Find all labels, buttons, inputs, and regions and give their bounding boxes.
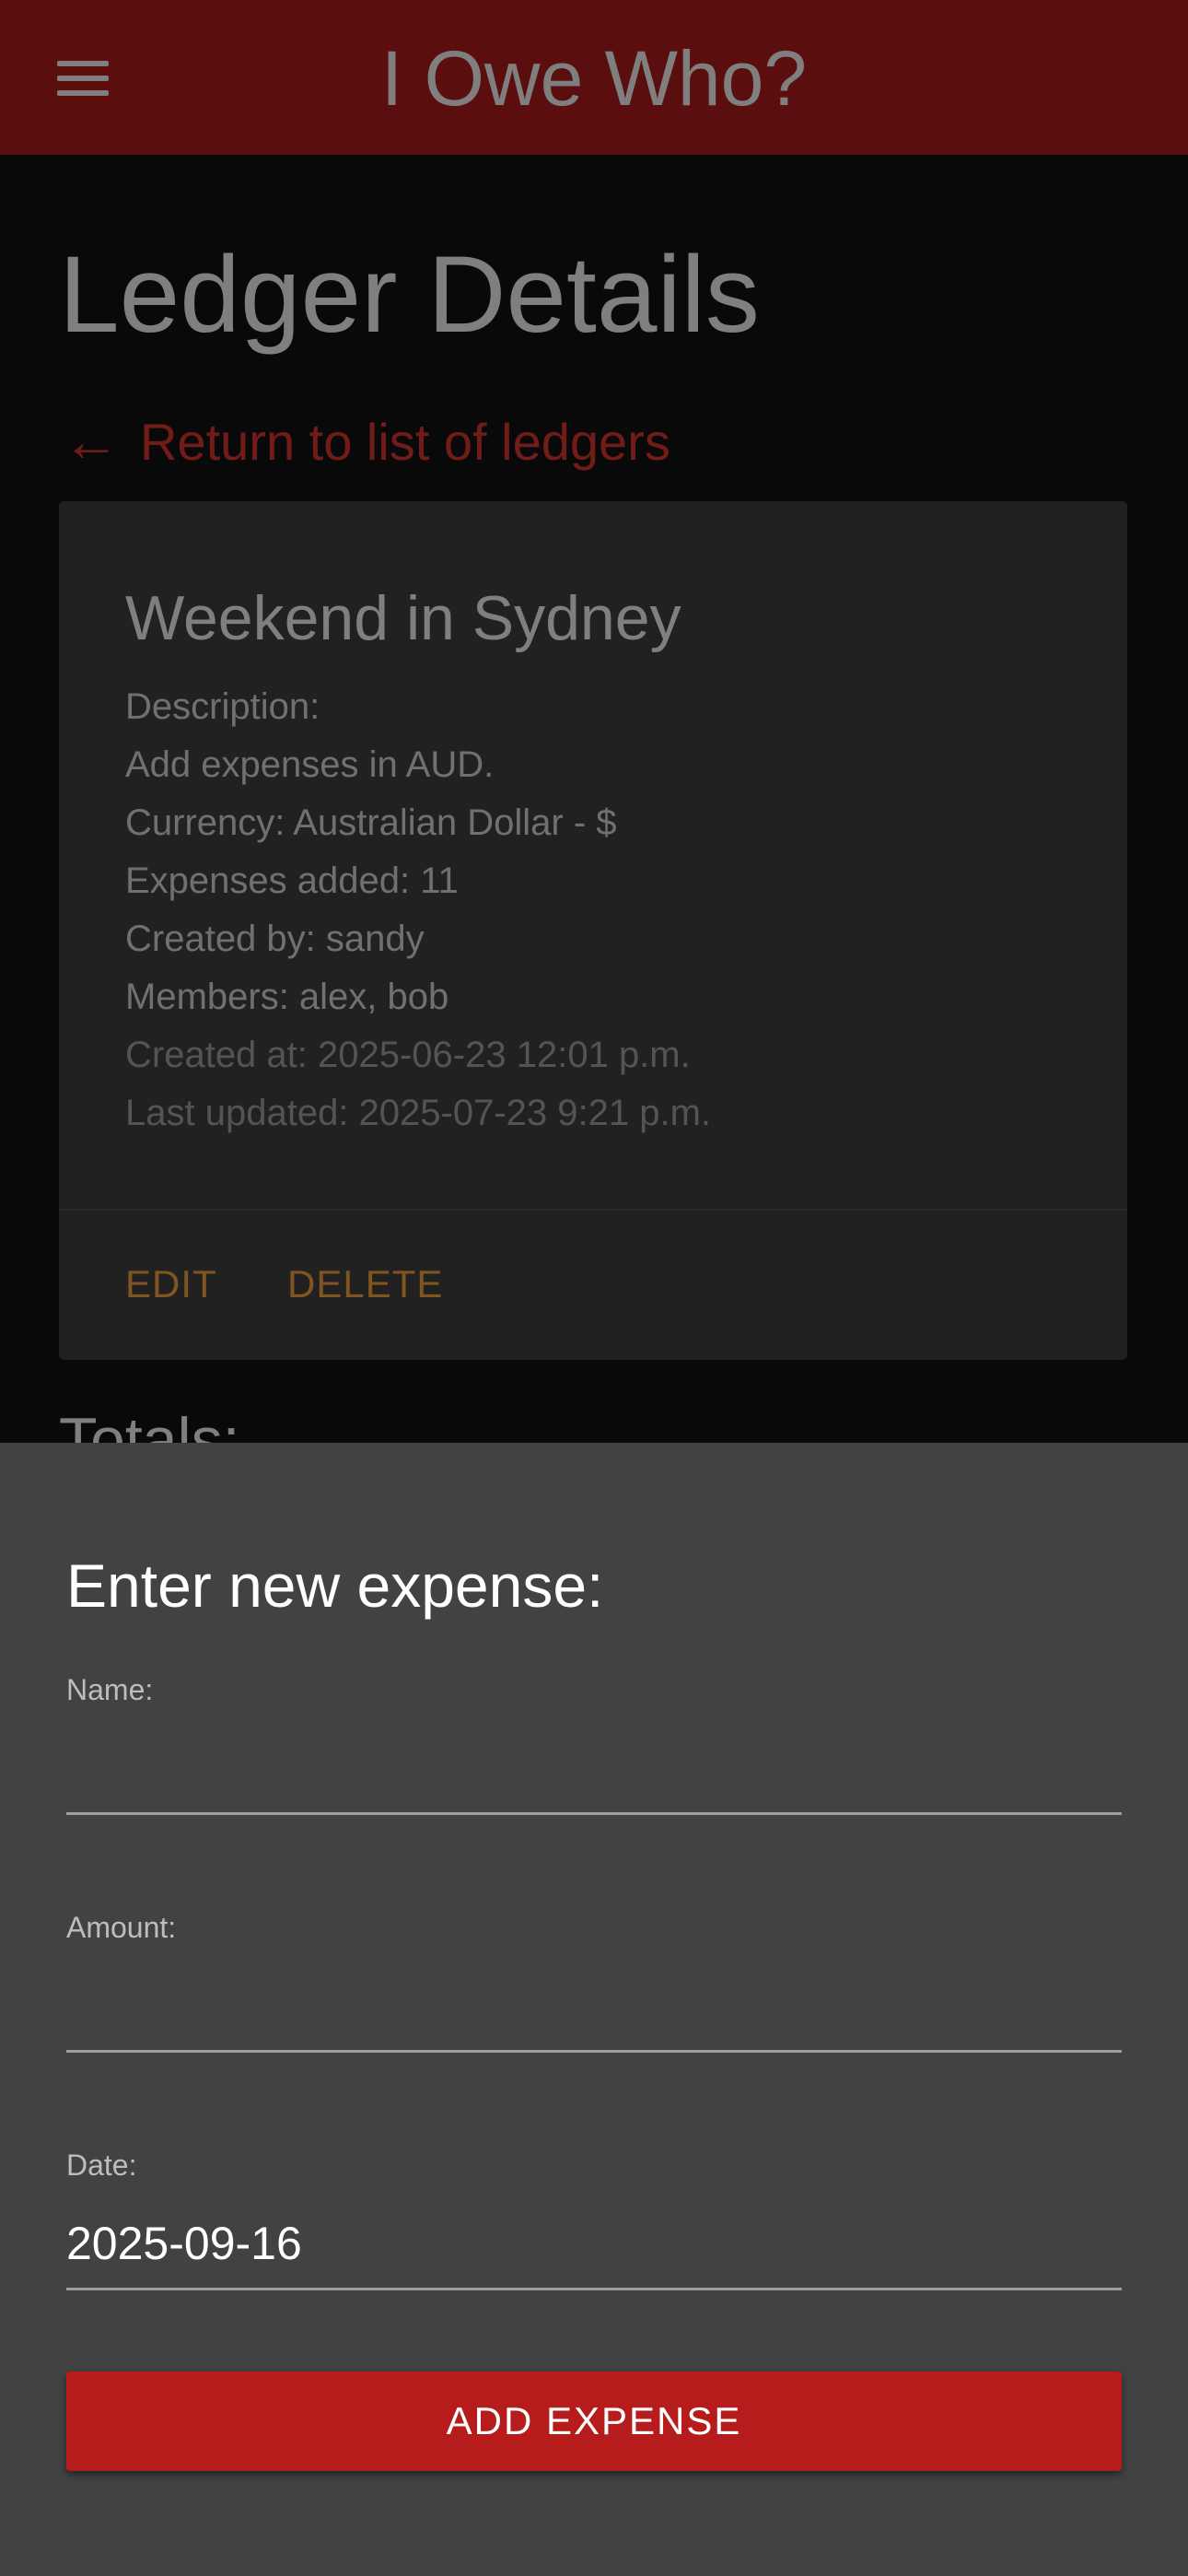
expense-date-field: Date:	[66, 2145, 1122, 2290]
new-expense-title: Enter new expense:	[66, 1551, 604, 1620]
expense-amount-input[interactable]	[66, 1961, 1122, 2053]
add-expense-button[interactable]: ADD EXPENSE	[66, 2371, 1122, 2471]
expense-name-input[interactable]	[66, 1723, 1122, 1815]
screen: I Owe Who? Ledger Details ← Return to li…	[0, 0, 1188, 2576]
expense-amount-field: Amount:	[66, 1907, 1122, 2053]
new-expense-sheet: Enter new expense: Name: Amount: Date: A…	[0, 1443, 1188, 2576]
expense-name-label: Name:	[66, 1673, 154, 1706]
expense-amount-label: Amount:	[66, 1911, 177, 1944]
expense-date-label: Date:	[66, 2149, 137, 2182]
expense-date-input[interactable]	[66, 2198, 1122, 2290]
expense-name-field: Name:	[66, 1669, 1122, 1815]
